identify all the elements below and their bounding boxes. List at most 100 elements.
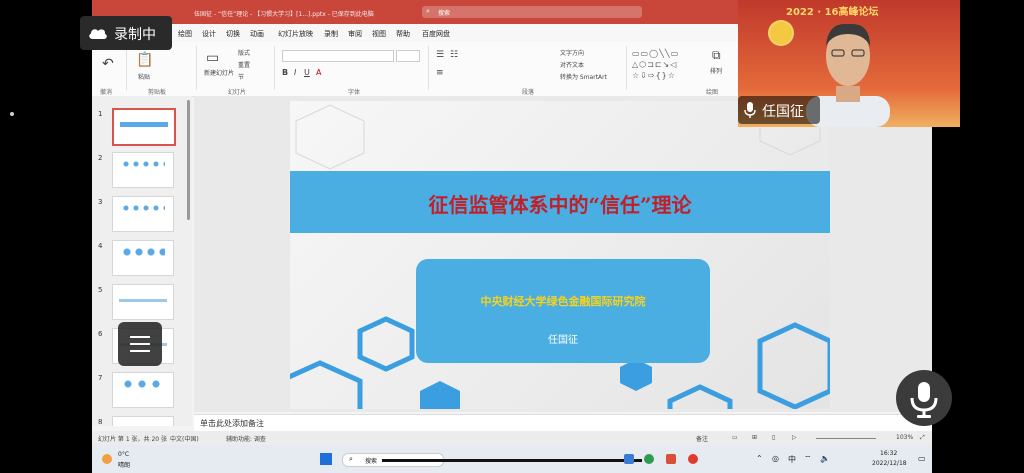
- reading-view-icon[interactable]: ▯: [772, 434, 775, 441]
- italic-button[interactable]: I: [294, 68, 296, 77]
- screen-share-bar: [382, 459, 642, 462]
- tray-chevron-icon[interactable]: ⌃: [756, 454, 763, 463]
- weather-icon: [102, 454, 112, 464]
- slide-thumbnail-8[interactable]: [112, 416, 174, 426]
- fit-slide-icon[interactable]: ⤢: [920, 434, 925, 442]
- search-placeholder: 搜索: [438, 10, 451, 17]
- thumbnail-pane: 1 2 3 4 5 6 7 8: [92, 96, 192, 426]
- slide-canvas[interactable]: 征信监管体系中的“信任”理论 中央财经大学绿色金融国际研究院 任国征: [290, 101, 830, 409]
- weather-desc[interactable]: 晴朗: [118, 460, 130, 469]
- mute-button[interactable]: [896, 370, 952, 426]
- zoom-slider[interactable]: [816, 438, 876, 439]
- powerpoint-icon[interactable]: [666, 454, 676, 464]
- slide-editor: 征信监管体系中的“信任”理论 中央财经大学绿色金融国际研究院 任国征: [194, 96, 932, 412]
- normal-view-icon[interactable]: ▭: [732, 434, 738, 441]
- arrange-button[interactable]: 排列: [710, 66, 722, 75]
- slide-thumbnail-5[interactable]: [112, 284, 174, 320]
- numbering-icon[interactable]: ☷: [450, 50, 458, 60]
- menu-review[interactable]: 审阅: [348, 29, 362, 39]
- search-box[interactable]: ⌕ 搜索: [422, 6, 642, 18]
- clock-time[interactable]: 16:32: [880, 450, 897, 457]
- ime-indicator[interactable]: 中: [788, 454, 796, 465]
- text-direction-button[interactable]: 文字方向: [560, 48, 584, 57]
- align-text-button[interactable]: 对齐文本: [560, 60, 584, 69]
- start-icon[interactable]: [320, 453, 332, 465]
- menu-draw[interactable]: 绘图: [178, 29, 192, 39]
- thumb-number: 2: [98, 154, 103, 162]
- zoom-level[interactable]: 103%: [896, 434, 913, 441]
- notification-icon[interactable]: ▭: [918, 454, 926, 463]
- new-slide-button[interactable]: 新建幻灯片: [204, 68, 234, 77]
- underline-button[interactable]: U: [304, 68, 310, 77]
- app-icon[interactable]: [644, 454, 654, 464]
- font-color-icon[interactable]: A: [316, 68, 321, 77]
- notes-pane[interactable]: 单击此处添加备注: [194, 414, 932, 431]
- app-icon[interactable]: [688, 454, 698, 464]
- recording-label: 录制中: [114, 27, 156, 43]
- group-paragraph: 段落: [522, 89, 535, 96]
- paste-button[interactable]: 粘贴: [138, 72, 150, 81]
- thumb-number: 5: [98, 286, 103, 294]
- tray-app-icon[interactable]: ◎: [772, 454, 779, 463]
- slide-thumbnail-7[interactable]: [112, 372, 174, 408]
- menu-record[interactable]: 录制: [324, 29, 338, 39]
- microphone-icon: [910, 382, 938, 418]
- windows-taskbar: 0°C 晴朗 ⌕ 搜索 ⌃ ◎ 中 ⌔ 🔈 16:32 2022/12/18 ▭: [92, 445, 932, 473]
- app-icon[interactable]: [624, 454, 634, 464]
- thumb-number: 6: [98, 330, 103, 338]
- menu-animations[interactable]: 动画: [250, 29, 264, 39]
- slide-thumbnail-4[interactable]: [112, 240, 174, 276]
- sorter-view-icon[interactable]: ⊞: [752, 434, 757, 441]
- font-size-select[interactable]: [396, 50, 420, 62]
- thumb-number: 7: [98, 374, 103, 382]
- floating-toolbar-icon[interactable]: [118, 322, 162, 366]
- smartart-button[interactable]: 转换为 SmartArt: [560, 72, 607, 81]
- speaker-name: 任国征: [762, 104, 804, 120]
- undo-icon[interactable]: ↶: [102, 56, 114, 72]
- menu-view[interactable]: 视图: [372, 29, 386, 39]
- slide-author[interactable]: 任国征: [416, 331, 710, 346]
- document-title: 伍国征 - “信任”理论 - 【习惯大学习】[1...].pptx - 已保存到…: [194, 11, 374, 18]
- slide-organization[interactable]: 中央财经大学绿色金融国际研究院: [416, 293, 710, 309]
- weather-temp[interactable]: 0°C: [118, 451, 129, 458]
- slide-thumbnail-3[interactable]: [112, 196, 174, 232]
- slide-title[interactable]: 征信监管体系中的“信任”理论: [290, 189, 830, 218]
- wifi-icon[interactable]: ⌔: [804, 454, 812, 464]
- menu-design[interactable]: 设计: [202, 29, 216, 39]
- taskbar-search-label: 搜索: [365, 458, 378, 465]
- shapes-gallery[interactable]: ▭▭◯╲╲▭ △⬡⊐⊏↘◁ ☆⇩⇨{}☆: [632, 48, 702, 82]
- notes-toggle[interactable]: 备注: [696, 434, 708, 443]
- menu-help[interactable]: 帮助: [396, 29, 410, 39]
- group-slides: 幻灯片: [228, 89, 247, 96]
- reset-button[interactable]: 重置: [238, 60, 250, 69]
- menu-transitions[interactable]: 切换: [226, 29, 240, 39]
- group-font: 字体: [348, 89, 361, 96]
- language-status[interactable]: 中文(中国): [170, 434, 199, 443]
- status-bar: 幻灯片 第 1 张，共 20 张 中文(中国) 辅助功能: 调查 备注 ▭ ⊞ …: [92, 431, 932, 445]
- slideshow-view-icon[interactable]: ▷: [792, 434, 797, 441]
- slide-thumbnail-1[interactable]: [112, 108, 176, 146]
- accessibility-status[interactable]: 辅助功能: 调查: [226, 434, 266, 443]
- volume-icon[interactable]: 🔈: [820, 454, 830, 463]
- paste-icon[interactable]: 📋: [136, 52, 153, 68]
- align-icon[interactable]: ≡: [436, 68, 444, 78]
- section-button[interactable]: 节: [238, 72, 244, 81]
- bullets-icon[interactable]: ☰: [436, 50, 444, 60]
- bold-button[interactable]: B: [282, 68, 288, 77]
- menu-slideshow[interactable]: 幻灯片放映: [278, 29, 313, 39]
- arrange-icon[interactable]: ⧉: [712, 48, 721, 63]
- thumb-number: 1: [98, 110, 103, 118]
- recording-indicator[interactable]: 录制中: [80, 16, 172, 50]
- slide-thumbnail-2[interactable]: [112, 152, 174, 188]
- thumbnail-scrollbar[interactable]: [187, 100, 190, 220]
- group-clipboard: 剪贴板: [148, 89, 167, 96]
- group-drawing: 绘图: [706, 89, 719, 96]
- forum-logo-icon: [768, 20, 794, 46]
- new-slide-icon[interactable]: ▭: [206, 50, 219, 66]
- thumb-number: 4: [98, 242, 103, 250]
- menu-baidu-netdisk[interactable]: 百度网盘: [422, 29, 450, 39]
- layout-button[interactable]: 版式: [238, 48, 250, 57]
- clock-date[interactable]: 2022/12/18: [872, 460, 907, 467]
- search-icon: ⌕: [349, 455, 353, 463]
- font-family-select[interactable]: [282, 50, 394, 62]
